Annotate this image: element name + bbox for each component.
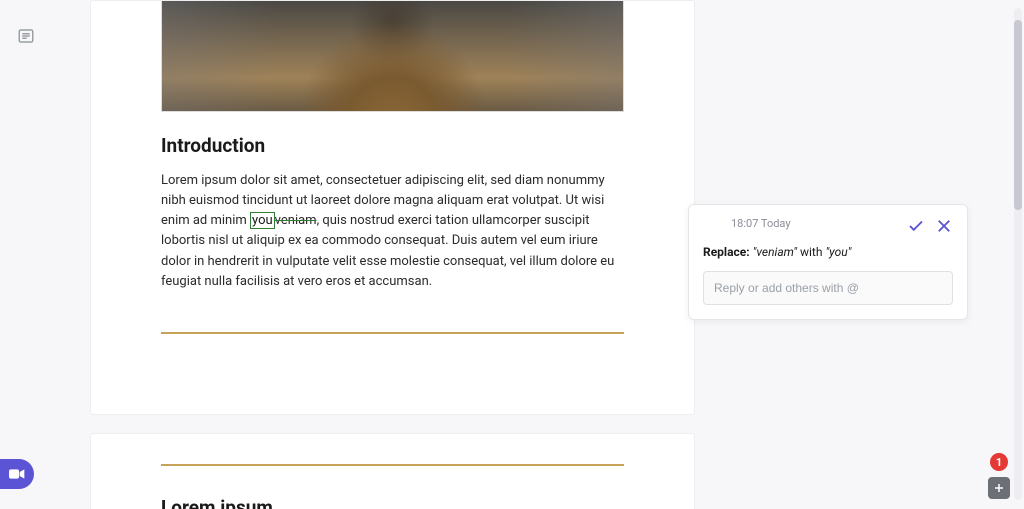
video-camera-icon xyxy=(9,468,25,480)
tracked-insert[interactable]: you xyxy=(250,212,275,229)
comment-card[interactable]: 18:07 Today Replace: "veniam" with "you" xyxy=(688,204,968,320)
document-page-1[interactable]: Introduction Lorem ipsum dolor sit amet,… xyxy=(90,0,695,415)
comment-new-value: "you" xyxy=(825,245,851,259)
section-heading-introduction: Introduction xyxy=(161,134,624,157)
comment-actions xyxy=(907,217,953,235)
comment-timestamp: 18:07 Today xyxy=(731,217,907,230)
comment-action-label: Replace: xyxy=(703,245,750,259)
outline-icon xyxy=(17,27,35,45)
plus-icon xyxy=(993,482,1005,494)
bottom-right-stack: 1 xyxy=(988,453,1010,499)
comment-meta: 18:07 Today xyxy=(703,217,907,230)
comment-reply-input[interactable] xyxy=(703,271,953,305)
section-divider xyxy=(161,464,624,466)
check-icon xyxy=(907,217,925,235)
video-call-button[interactable] xyxy=(0,459,34,489)
comment-mid-text: with xyxy=(797,245,825,259)
tracked-delete[interactable]: veniam xyxy=(275,213,317,228)
close-icon xyxy=(935,217,953,235)
add-comment-button[interactable] xyxy=(988,477,1010,499)
hero-image xyxy=(161,1,624,112)
vertical-scrollbar[interactable] xyxy=(1014,8,1022,500)
comment-header: 18:07 Today xyxy=(703,217,953,235)
accept-change-button[interactable] xyxy=(907,217,925,235)
reject-change-button[interactable] xyxy=(935,217,953,235)
comment-old-value: "veniam" xyxy=(753,245,797,259)
document-page-2[interactable]: Lorem ipsum Lorem ipsum dolor sit amet, … xyxy=(90,433,695,509)
outline-toggle-button[interactable] xyxy=(14,24,38,48)
section-heading-lorem: Lorem ipsum xyxy=(161,496,624,509)
page-stack: Introduction Lorem ipsum dolor sit amet,… xyxy=(90,0,695,509)
section-divider xyxy=(161,332,624,334)
section-body-introduction[interactable]: Lorem ipsum dolor sit amet, consectetuer… xyxy=(161,171,624,292)
notification-badge[interactable]: 1 xyxy=(990,453,1008,471)
scrollbar-thumb[interactable] xyxy=(1014,20,1022,210)
comment-body: Replace: "veniam" with "you" xyxy=(703,245,953,259)
app-root: Introduction Lorem ipsum dolor sit amet,… xyxy=(0,0,1024,509)
